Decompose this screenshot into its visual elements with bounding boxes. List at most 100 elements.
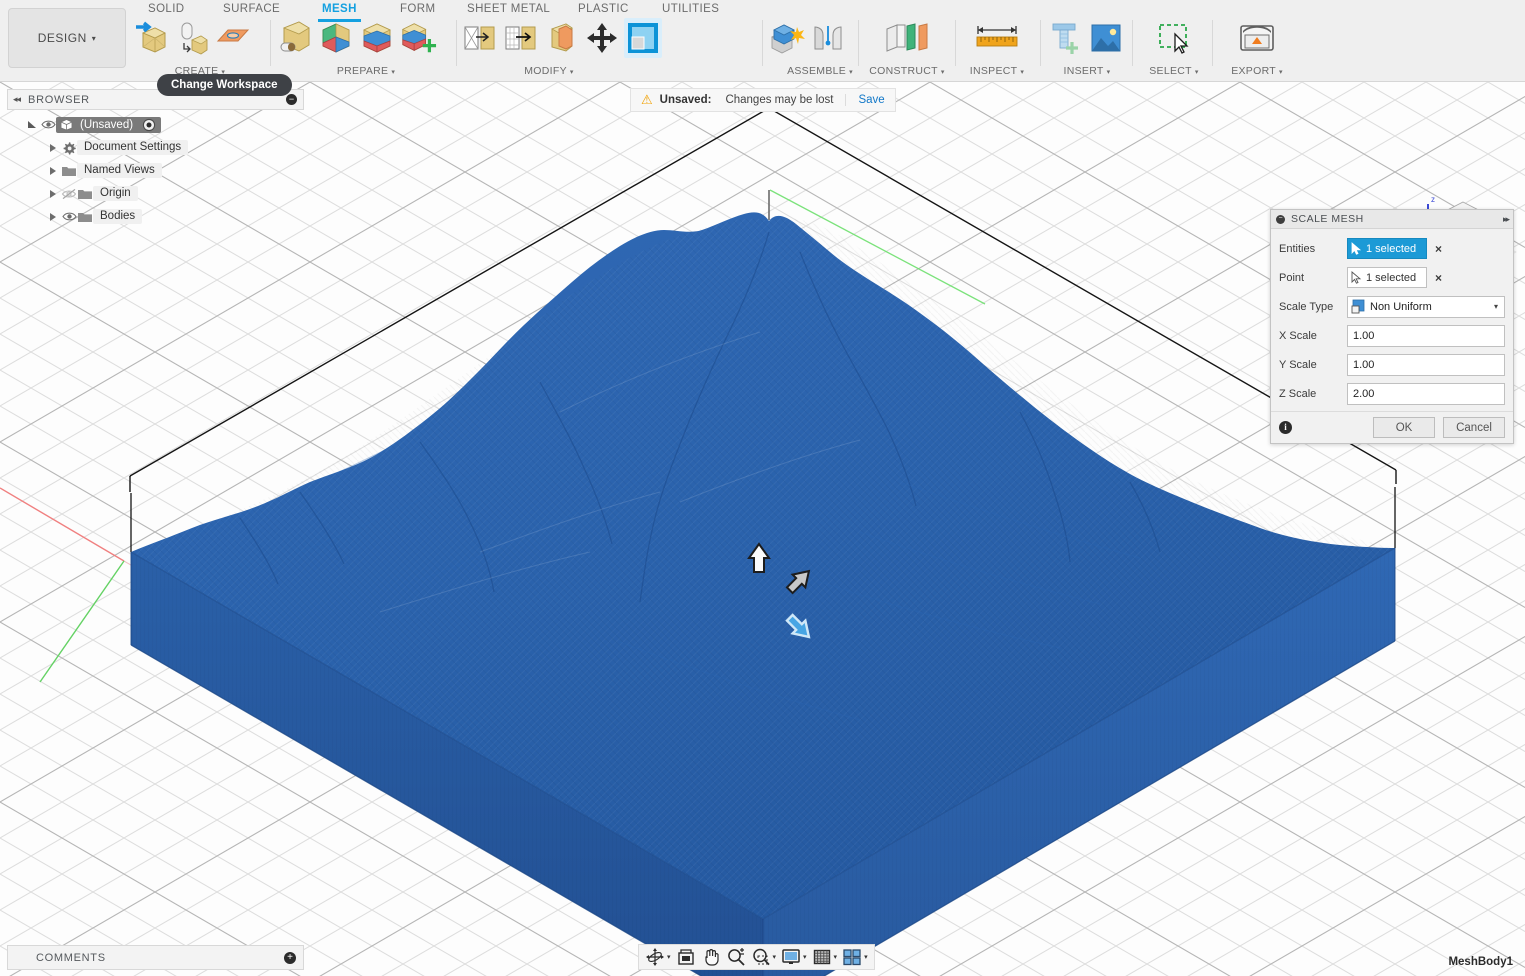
entities-select-button[interactable]: 1 selected [1347, 238, 1427, 259]
ribbon-group-modify-label[interactable]: MODIFY ▾ [338, 65, 760, 77]
y-scale-input[interactable]: 1.00 [1347, 353, 1505, 376]
ribbon-group-construct-label[interactable]: CONSTRUCT ▾ [866, 65, 948, 77]
collapse-left-icon[interactable]: ◂◂ [13, 94, 21, 105]
export-3dprint-icon[interactable] [1231, 18, 1283, 58]
construct-plane-icon[interactable] [878, 18, 936, 58]
eye-visible-icon[interactable] [61, 209, 77, 225]
workspace-switcher-button[interactable]: DESIGN ▾ [8, 8, 126, 68]
tab-surface[interactable]: SURFACE [223, 3, 280, 15]
x-scale-label: X Scale [1279, 329, 1317, 342]
triangle-open-icon[interactable] [24, 117, 40, 133]
joint-icon[interactable] [809, 18, 847, 58]
select-window-icon[interactable] [1148, 18, 1200, 58]
ribbon-group-assemble-label[interactable]: ASSEMBLE ▾ [768, 65, 872, 77]
point-clear-button[interactable]: × [1435, 271, 1442, 285]
info-icon[interactable]: i [1279, 421, 1292, 434]
dialog-title: SCALE MESH [1291, 213, 1364, 225]
plus-circle-icon[interactable]: + [284, 951, 296, 964]
zoom-window-icon[interactable]: ▾ [749, 946, 779, 968]
ribbon-group-inspect-label[interactable]: INSPECT ▾ [962, 65, 1032, 77]
mesh-make-faceted-icon[interactable] [358, 18, 396, 58]
tab-solid[interactable]: SOLID [148, 3, 185, 15]
mesh-scale-icon[interactable] [624, 18, 662, 58]
point-select-button[interactable]: 1 selected [1347, 267, 1427, 288]
insert-canvas-icon[interactable] [1087, 18, 1125, 58]
x-scale-input[interactable]: 1.00 [1347, 324, 1505, 347]
ribbon-group-inspect: INSPECT ▾ [962, 18, 1032, 80]
cancel-button[interactable]: Cancel [1443, 417, 1505, 438]
scale-type-dropdown[interactable]: Non Uniform ▾ [1347, 295, 1505, 318]
cursor-icon [1351, 271, 1362, 284]
entities-clear-button[interactable]: × [1435, 242, 1442, 256]
save-link[interactable]: Save [858, 94, 884, 106]
ribbon-group-select-label[interactable]: SELECT ▾ [1138, 65, 1210, 77]
eye-hidden-icon[interactable] [61, 186, 77, 202]
viewports-icon[interactable]: ▾ [840, 946, 870, 968]
view-navigation-bar: ▾ ▾ ▾ ▾ ▾ [638, 944, 875, 970]
mesh-plane-icon[interactable] [214, 18, 252, 58]
mesh-combine-icon[interactable] [542, 18, 580, 58]
tree-row-root[interactable]: (Unsaved) [7, 113, 304, 136]
dialog-row-z-scale: Z Scale 2.00 [1271, 379, 1513, 408]
tree-row-bodies[interactable]: Bodies [7, 205, 304, 228]
minus-circle-icon[interactable]: − [1276, 214, 1285, 224]
activate-radio-icon[interactable] [141, 117, 157, 133]
grid-snap-icon[interactable]: ▾ [810, 946, 840, 968]
tree-row-named-views[interactable]: Named Views [7, 159, 304, 182]
mesh-add-face-icon[interactable] [399, 18, 437, 58]
mesh-reduce-icon[interactable] [501, 18, 539, 58]
mesh-remesh-icon[interactable] [317, 18, 355, 58]
tree-row-origin[interactable]: Origin [7, 182, 304, 205]
mesh-bridge-icon[interactable] [173, 18, 211, 58]
minus-circle-icon[interactable]: − [286, 94, 297, 105]
look-at-icon[interactable] [674, 946, 698, 968]
point-select-value: 1 selected [1366, 271, 1417, 284]
tab-plastic[interactable]: PLASTIC [578, 3, 629, 15]
tab-utilities[interactable]: UTILITIES [662, 3, 719, 15]
mesh-move-icon[interactable] [583, 18, 621, 58]
z-scale-input[interactable]: 2.00 [1347, 382, 1505, 405]
tab-form[interactable]: FORM [400, 3, 435, 15]
eye-visible-icon[interactable] [40, 117, 56, 133]
mesh-plane-cut-icon[interactable] [460, 18, 498, 58]
zoom-icon[interactable] [724, 946, 748, 968]
new-component-icon[interactable] [768, 18, 806, 58]
tab-mesh[interactable]: MESH [318, 3, 361, 22]
triangle-closed-icon[interactable] [45, 209, 61, 225]
triangle-closed-icon[interactable] [45, 140, 61, 156]
chevron-down-icon: ▾ [849, 69, 853, 76]
triangle-closed-icon[interactable] [45, 163, 61, 179]
ribbon-toolbar: DESIGN ▾ SOLID SURFACE MESH FORM SHEET M… [0, 0, 1525, 82]
pan-hand-icon[interactable] [699, 946, 723, 968]
z-scale-label: Z Scale [1279, 387, 1317, 400]
double-chevron-right-icon[interactable]: ▸▸ [1503, 214, 1510, 225]
mesh-insert-icon[interactable] [132, 18, 170, 58]
ribbon-group-export-label[interactable]: EXPORT ▾ [1218, 65, 1296, 77]
comments-panel[interactable]: COMMENTS + [7, 945, 304, 970]
dialog-row-x-scale: X Scale 1.00 [1271, 321, 1513, 350]
white-up-arrow-marker [747, 542, 771, 573]
orbit-icon[interactable]: ▾ [643, 946, 673, 968]
gray-diagonal-arrow-marker [785, 569, 811, 595]
tab-sheet-metal[interactable]: SHEET METAL [467, 3, 550, 15]
construct-label: CONSTRUCT [869, 65, 938, 77]
unsaved-label: Unsaved: [659, 94, 712, 106]
warning-triangle-icon: ⚠ [641, 92, 653, 107]
insert-mcmaster-icon[interactable] [1046, 18, 1084, 58]
tree-root-chip[interactable]: (Unsaved) [56, 116, 162, 133]
tree-row-document-settings[interactable]: Document Settings [7, 136, 304, 159]
ribbon-divider [858, 20, 859, 66]
triangle-closed-icon[interactable] [45, 186, 61, 202]
dialog-header[interactable]: − SCALE MESH ▸▸ [1271, 210, 1513, 229]
ok-button[interactable]: OK [1373, 417, 1435, 438]
ribbon-group-insert-label[interactable]: INSERT ▾ [1046, 65, 1128, 77]
display-settings-icon[interactable]: ▾ [779, 946, 809, 968]
ribbon-group-modify: MODIFY ▾ [460, 18, 760, 80]
unsaved-message: Changes may be lost [725, 94, 847, 106]
ribbon-group-assemble: ASSEMBLE ▾ [768, 18, 872, 80]
comments-title: COMMENTS [36, 951, 106, 964]
measure-icon[interactable] [970, 18, 1024, 58]
mesh-erase-fill-icon[interactable] [276, 18, 314, 58]
ribbon-group-select: SELECT ▾ [1138, 18, 1210, 80]
folder-icon [77, 209, 93, 225]
